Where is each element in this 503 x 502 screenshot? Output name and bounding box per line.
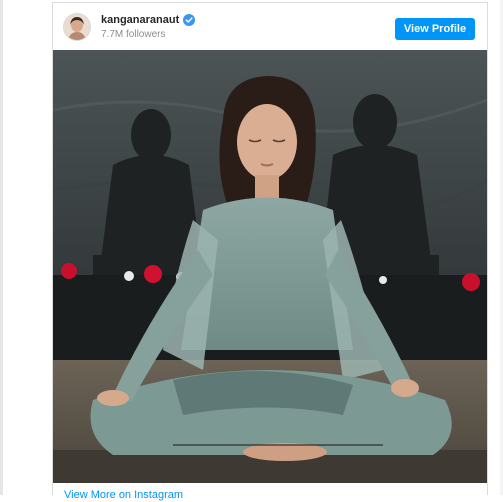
avatar[interactable] <box>64 14 90 40</box>
follower-count: 7.7M followers <box>101 29 166 40</box>
avatar-image <box>64 14 90 40</box>
verified-badge-icon <box>183 14 195 26</box>
meditation-photo <box>53 50 487 483</box>
post-image[interactable] <box>53 50 487 483</box>
view-profile-button[interactable]: View Profile <box>395 18 475 40</box>
username[interactable]: kanganaranaut <box>101 14 179 27</box>
instagram-embed: kanganaranaut 7.7M followers View Profil… <box>52 2 488 501</box>
post-header: kanganaranaut 7.7M followers View Profil… <box>53 3 487 50</box>
page-edge <box>0 0 3 495</box>
view-more-link[interactable]: View More on Instagram <box>64 489 183 502</box>
